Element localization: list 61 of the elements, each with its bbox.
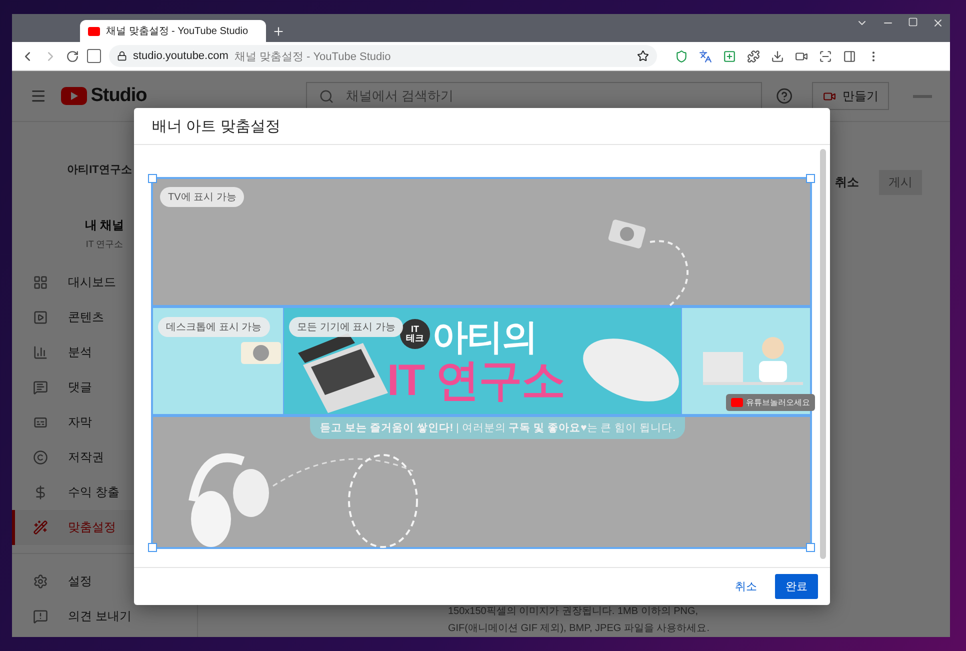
settings-icon [33, 574, 48, 589]
feedback-icon [33, 609, 48, 624]
help-text: GIF(애니메이션 GIF 제외), BMP, JPEG 파일을 사용하세요. [448, 622, 710, 635]
captions-icon [33, 415, 48, 430]
create-button[interactable]: 만들기 [812, 82, 890, 110]
dialog-title: 배너 아트 맞춤설정 [134, 108, 830, 145]
done-button[interactable]: 완료 [775, 574, 818, 599]
sidebar-item[interactable]: 자막 [12, 405, 197, 440]
comment-icon [33, 380, 48, 395]
address-bar[interactable]: studio.youtube.com 채널 맞춤설정 - YouTube Studio [109, 45, 657, 67]
banner-title: IT 연구소 [387, 359, 564, 403]
scan-icon[interactable] [819, 50, 832, 62]
close-icon[interactable] [932, 17, 944, 29]
youtube-badge: 유튜브놀러오세요 [726, 394, 815, 411]
crop-handle[interactable] [148, 174, 157, 183]
crop-handle[interactable] [148, 543, 157, 552]
reload-icon[interactable] [66, 50, 79, 62]
studio-logo: Studio [60, 85, 147, 107]
sidebar-item[interactable]: 대시보드 [12, 265, 197, 300]
crop-handle[interactable] [806, 543, 815, 552]
youtube-icon [88, 26, 100, 36]
banner-title: 아티의 [432, 319, 537, 355]
magic-wand-icon [33, 520, 48, 535]
sidebar-item[interactable]: 수익 창출 [12, 475, 197, 510]
browser-tab[interactable]: 채널 맞춤설정 - YouTube Studio [80, 20, 266, 42]
cancel-button[interactable]: 취소 [829, 173, 865, 192]
shield-icon[interactable] [675, 50, 688, 62]
dollar-icon [33, 485, 48, 500]
cancel-button[interactable]: 취소 [729, 578, 763, 595]
bar-chart-icon [33, 345, 48, 360]
translate-icon[interactable] [699, 50, 712, 62]
sidebar-item[interactable]: 댓글 [12, 370, 197, 405]
extension-icon[interactable] [87, 49, 101, 63]
search-icon [318, 88, 334, 104]
zone-label: 모든 기기에 표시 가능 [289, 317, 404, 337]
sidebar-item[interactable]: 분석 [12, 335, 197, 370]
video-plus-icon [823, 90, 836, 102]
download-icon[interactable] [771, 50, 784, 62]
sidebar-item[interactable]: 의견 보내기 [12, 599, 197, 634]
channel-name: IT 연구소 [86, 238, 124, 251]
side-panel-icon[interactable] [843, 50, 856, 62]
zone-label: 데스크톱에 표시 가능 [158, 317, 270, 337]
zone-label: TV에 표시 가능 [160, 187, 244, 207]
channel-logo: 아티IT연구소 [67, 163, 132, 177]
crop-handle[interactable] [806, 174, 815, 183]
grid-icon [33, 275, 48, 290]
banner-slogan: 듣고 보는 즐거움이 쌓인다! | 여러분의 구독 및 좋아요♥는 큰 힘이 됩니다. [310, 417, 686, 439]
play-square-icon [33, 310, 48, 325]
add-icon[interactable] [723, 50, 736, 62]
channel-title: 내 채널 [84, 217, 124, 234]
lock-icon [117, 51, 127, 61]
help-icon[interactable] [776, 87, 792, 105]
video-icon[interactable] [795, 50, 808, 62]
sidebar-item[interactable]: 설정 [12, 564, 197, 599]
maximize-icon[interactable] [908, 17, 918, 27]
help-text: 150x150픽셀의 이미지가 권장됩니다. 1MB 이하의 PNG, [448, 605, 700, 618]
new-tab-icon[interactable] [272, 25, 285, 38]
sidebar-item[interactable]: 저작권 [12, 440, 197, 475]
extensions-icon[interactable] [747, 50, 760, 62]
bookmark-icon[interactable] [637, 50, 649, 62]
copyright-icon [33, 450, 48, 465]
